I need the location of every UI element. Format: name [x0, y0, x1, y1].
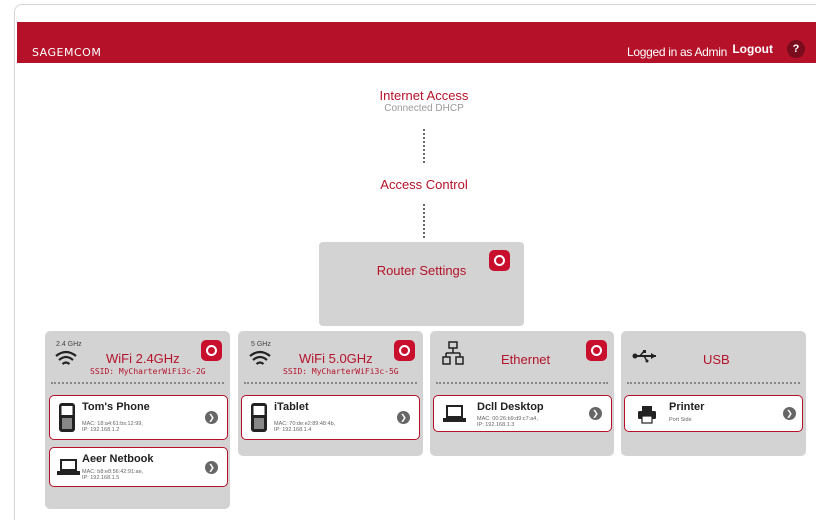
usb-panel: USB Printer Port Side ❯: [621, 331, 806, 456]
device-card-dcll-desktop[interactable]: Dcll Desktop MAC: 00:26:b9:d9:c7:a4, IP:…: [433, 395, 612, 432]
phone-icon: [59, 403, 75, 432]
device-name: Aeer Netbook: [82, 453, 154, 465]
laptop-icon: [443, 405, 466, 422]
wifi-24-ssid: SSID: MyCharterWiFi3c-2G: [90, 367, 206, 376]
device-detail: Port Side: [669, 417, 692, 423]
wifi-5-settings-gear-icon[interactable]: [394, 340, 415, 361]
wifi-icon: [249, 350, 271, 365]
settings-gear-icon[interactable]: [489, 250, 510, 271]
band-label: 2.4 GHz: [56, 341, 82, 348]
wifi-5-ssid: SSID: MyCharterWiFi3c-5G: [283, 367, 399, 376]
access-control-link[interactable]: Access Control: [324, 177, 524, 192]
device-ip: IP: 192.168.1.2: [82, 427, 120, 433]
wifi-24-title: WiFi 2.4GHz: [106, 351, 180, 366]
internet-access-link[interactable]: Internet Access: [324, 88, 524, 103]
wifi-24-panel: 2.4 GHz WiFi 2.4GHz SSID: MyCharterWiFi3…: [45, 331, 230, 509]
help-button[interactable]: ?: [787, 40, 805, 58]
connector-line: [423, 129, 425, 163]
ethernet-title: Ethernet: [501, 352, 551, 367]
tablet-icon: [251, 403, 267, 432]
login-status: Logged in as Admin: [626, 45, 727, 59]
wifi-5-title: WiFi 5.0GHz: [299, 351, 373, 366]
router-settings-box[interactable]: Router Settings: [319, 242, 524, 326]
band-label: 5 GHz: [251, 341, 271, 348]
laptop-icon: [57, 459, 80, 475]
wifi-5-panel: 5 GHz WiFi 5.0GHz SSID: MyCharterWiFi3c-…: [238, 331, 423, 456]
device-name: Dcll Desktop: [477, 401, 544, 413]
device-ip: IP: 192.168.1.5: [82, 475, 120, 481]
sagemcom-logo: SAGEMCOM: [32, 46, 102, 59]
panel-separator: [51, 382, 224, 384]
chevron-right-icon[interactable]: ❯: [397, 411, 410, 424]
panel-separator: [436, 382, 608, 384]
wifi-24-settings-gear-icon[interactable]: [201, 340, 222, 361]
network-icon: [442, 341, 464, 365]
ethernet-panel: Ethernet Dcll Desktop MAC: 00:26:b9:d9:c…: [430, 331, 614, 456]
device-card-aeer-netbook[interactable]: Aeer Netbook MAC: b8:e8:56:42:91:ae, IP:…: [49, 447, 228, 487]
device-name: Printer: [669, 401, 705, 413]
device-card-itablet[interactable]: iTablet MAC: 70:de:e2:89:48:4b, IP: 192.…: [241, 395, 420, 440]
device-name: Tom's Phone: [82, 401, 150, 413]
chevron-right-icon[interactable]: ❯: [205, 411, 218, 424]
printer-icon: [638, 406, 656, 424]
panel-separator: [244, 382, 417, 384]
wifi-icon: [55, 350, 77, 365]
device-name: iTablet: [274, 401, 309, 413]
device-card-toms-phone[interactable]: Tom's Phone MAC: 18:a4:61:bs:12:99, IP: …: [49, 395, 228, 440]
chevron-right-icon[interactable]: ❯: [205, 461, 218, 474]
device-card-printer[interactable]: Printer Port Side ❯: [624, 395, 803, 432]
device-ip: IP: 192.168.1.3: [477, 422, 515, 428]
device-ip: IP: 192.168.1.4: [274, 427, 312, 433]
chevron-right-icon[interactable]: ❯: [783, 407, 796, 420]
logout-button[interactable]: Logout: [726, 39, 779, 59]
chevron-right-icon[interactable]: ❯: [589, 407, 602, 420]
panel-separator: [627, 382, 800, 384]
top-bar: SAGEMCOM Logged in as Admin Logout ?: [17, 22, 816, 63]
ethernet-settings-gear-icon[interactable]: [586, 340, 607, 361]
connector-line: [423, 204, 425, 238]
usb-icon: [632, 350, 656, 363]
usb-title: USB: [703, 352, 730, 367]
internet-status: Connected DHCP: [384, 103, 464, 114]
